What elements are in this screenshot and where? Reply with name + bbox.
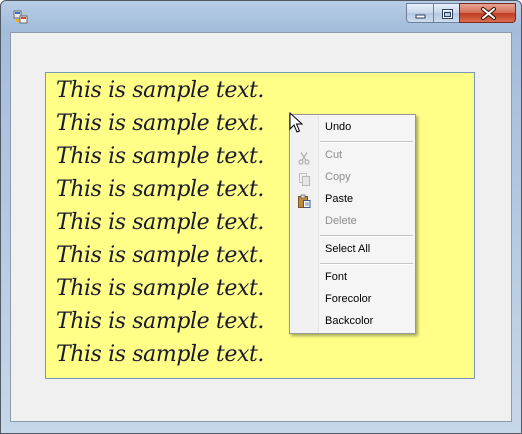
menu-item-copy[interactable]: Copy (325, 168, 351, 186)
maximize-button[interactable] (433, 3, 460, 23)
menu-separator (320, 141, 413, 143)
text-line: This is sample text. (56, 111, 264, 136)
close-icon (481, 7, 496, 20)
menu-item-backcolor[interactable]: Backcolor (325, 312, 373, 330)
context-menu: Undo Cut Copy Paste Delete Select All Fo… (289, 114, 416, 334)
text-line: This is sample text. (56, 210, 264, 235)
app-icon[interactable] (13, 10, 29, 26)
copy-icon (297, 171, 311, 186)
menu-item-select-all[interactable]: Select All (325, 240, 370, 258)
title-bar[interactable] (1, 1, 521, 31)
menu-item-delete[interactable]: Delete (325, 212, 357, 230)
menu-item-forecolor[interactable]: Forecolor (325, 290, 371, 308)
menu-item-cut[interactable]: Cut (325, 146, 342, 164)
close-button[interactable] (459, 3, 516, 23)
mouse-cursor-icon (289, 111, 304, 134)
minimize-button[interactable] (406, 3, 434, 23)
text-line: This is sample text. (56, 144, 264, 169)
minimize-icon (415, 14, 426, 19)
text-line: This is sample text. (56, 342, 264, 367)
text-line: This is sample text. (56, 78, 264, 103)
text-line: This is sample text. (56, 309, 264, 334)
menu-separator (320, 263, 413, 265)
scissors-icon (297, 150, 311, 165)
paste-icon (297, 193, 311, 208)
menu-item-font[interactable]: Font (325, 268, 347, 286)
menu-item-paste[interactable]: Paste (325, 190, 353, 208)
maximize-icon (442, 9, 453, 19)
text-line: This is sample text. (56, 276, 264, 301)
menu-icon-gutter (291, 116, 319, 332)
menu-separator (320, 235, 413, 237)
text-line: This is sample text. (56, 177, 264, 202)
text-line: This is sample text. (56, 243, 264, 268)
menu-item-undo[interactable]: Undo (325, 118, 351, 136)
caption-buttons (406, 3, 518, 25)
